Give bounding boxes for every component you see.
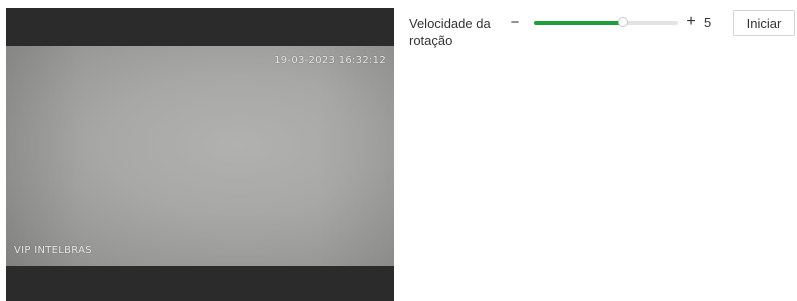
start-button[interactable]: Iniciar (733, 10, 795, 36)
video-brand-overlay: VIP INTELBRAS (14, 245, 92, 256)
increase-speed-button[interactable]: + (684, 13, 698, 31)
rotation-speed-slider[interactable] (534, 17, 678, 28)
slider-fill (534, 21, 624, 25)
slider-thumb[interactable] (618, 17, 629, 27)
decrease-speed-button[interactable]: − (508, 14, 522, 32)
camera-image: 19-03-2023 16:32:12 VIP INTELBRAS (6, 46, 394, 266)
rotation-speed-label: Velocidade da rotação (409, 16, 491, 48)
video-preview: 19-03-2023 16:32:12 VIP INTELBRAS (6, 8, 394, 301)
rotation-speed-value: 5 (704, 15, 712, 30)
video-timestamp: 19-03-2023 16:32:12 (274, 55, 386, 66)
